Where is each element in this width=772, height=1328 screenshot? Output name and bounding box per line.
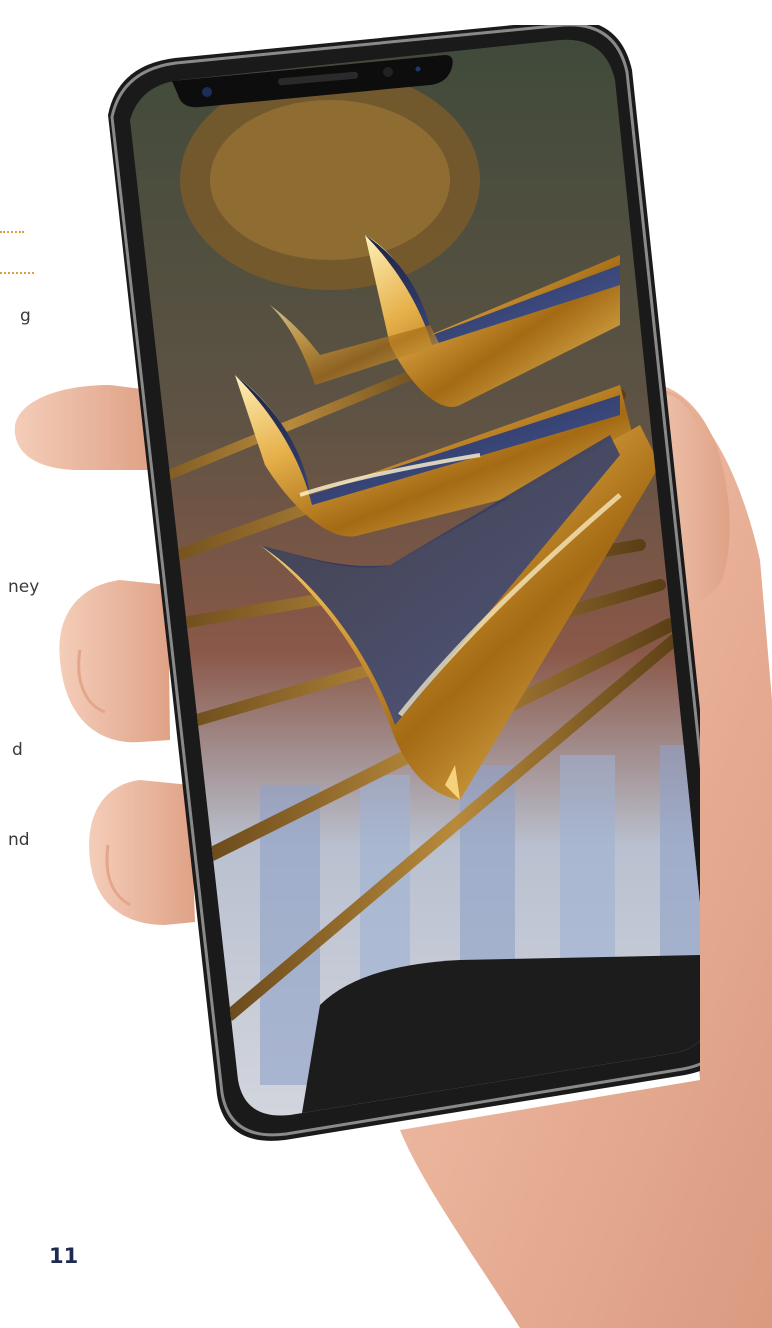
front-camera-icon xyxy=(202,87,212,97)
page-number: 11 xyxy=(49,1244,79,1268)
sensor-icon xyxy=(383,67,393,77)
trombone-bells-photo xyxy=(130,39,700,1116)
sensor-icon xyxy=(415,66,421,72)
phone-frame xyxy=(108,25,700,1141)
page: g ney d nd 11 xyxy=(0,0,772,1328)
smartphone xyxy=(60,25,700,1165)
